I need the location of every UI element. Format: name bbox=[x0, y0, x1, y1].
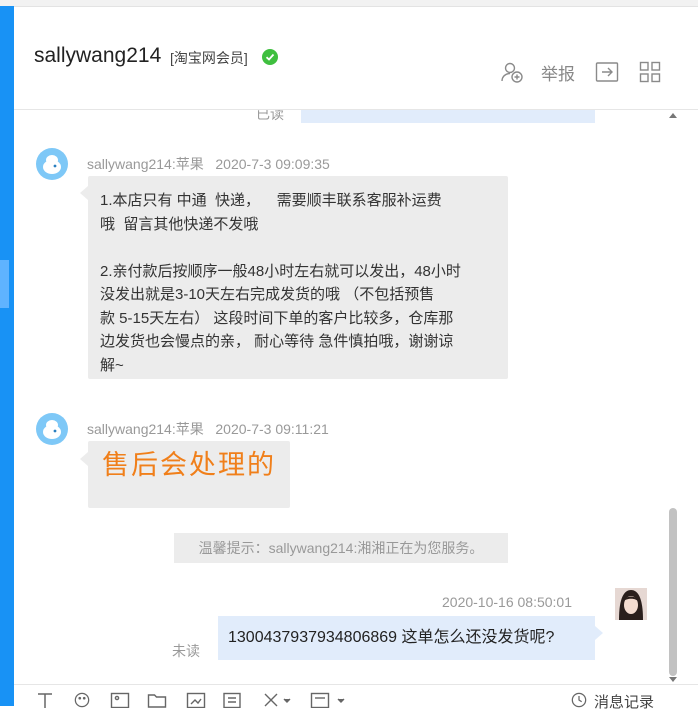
my-message-bubble[interactable]: 1300437937934806869 这单怎么还没发货呢? bbox=[218, 616, 595, 660]
contact-name[interactable]: sallywang214 bbox=[34, 44, 161, 68]
verified-icon bbox=[262, 49, 278, 65]
message-history-button[interactable]: 消息记录 bbox=[594, 691, 654, 712]
member-badge: [淘宝网会员] bbox=[170, 50, 248, 66]
left-accent-strip bbox=[0, 6, 14, 706]
emoji-icon[interactable] bbox=[73, 692, 91, 713]
transfer-icon[interactable] bbox=[595, 61, 619, 88]
my-avatar[interactable] bbox=[615, 588, 647, 620]
sender-avatar[interactable] bbox=[36, 148, 68, 180]
bubble-notch bbox=[595, 626, 603, 640]
bubble-notch bbox=[80, 186, 88, 200]
unread-status: 未读 bbox=[172, 643, 200, 659]
font-icon[interactable] bbox=[36, 692, 54, 713]
handwritten-sticker-message[interactable]: 售后会处理的 bbox=[88, 441, 290, 508]
message-bubble[interactable]: 1.本店只有 中通 快递， 需要顺丰联系客服补运费 哦 留言其他快递不发哦 2.… bbox=[88, 176, 508, 379]
scrollbar-thumb[interactable] bbox=[669, 508, 677, 676]
grid-menu-icon[interactable] bbox=[639, 61, 661, 88]
history-clock-icon[interactable] bbox=[570, 692, 588, 713]
screenshot-icon[interactable] bbox=[186, 692, 206, 713]
window-top-bar bbox=[0, 0, 698, 7]
folder-icon[interactable] bbox=[147, 692, 167, 713]
scissors-icon[interactable] bbox=[262, 692, 292, 713]
my-message-time: 2020-10-16 08:50:01 bbox=[442, 594, 572, 610]
sender-avatar[interactable] bbox=[36, 413, 68, 445]
message-meta: sallywang214:苹果 2020-7-3 09:11:21 bbox=[87, 421, 329, 437]
document-icon[interactable] bbox=[222, 692, 242, 713]
bubble-notch bbox=[80, 452, 88, 466]
message-meta: sallywang214:苹果 2020-7-3 09:09:35 bbox=[87, 156, 330, 172]
report-button[interactable]: 举报 bbox=[541, 60, 575, 85]
add-contact-icon[interactable] bbox=[500, 60, 524, 89]
message-list[interactable]: 已读 sallywang214:苹果 2020-7-3 09:09:35 1.本… bbox=[14, 110, 668, 684]
system-tip: 温馨提示：sallywang214:湘湘正在为您服务。 bbox=[174, 533, 508, 563]
read-status: 已读 bbox=[256, 110, 284, 122]
scroll-down-icon[interactable] bbox=[669, 677, 677, 682]
scroll-up-icon[interactable] bbox=[669, 113, 677, 118]
left-strip-marker[interactable] bbox=[0, 260, 9, 308]
quick-reply-icon[interactable] bbox=[310, 692, 346, 713]
sticker-text: 售后会处理的 bbox=[102, 450, 276, 481]
image-icon[interactable] bbox=[110, 692, 130, 713]
previous-message-bubble bbox=[301, 110, 595, 123]
